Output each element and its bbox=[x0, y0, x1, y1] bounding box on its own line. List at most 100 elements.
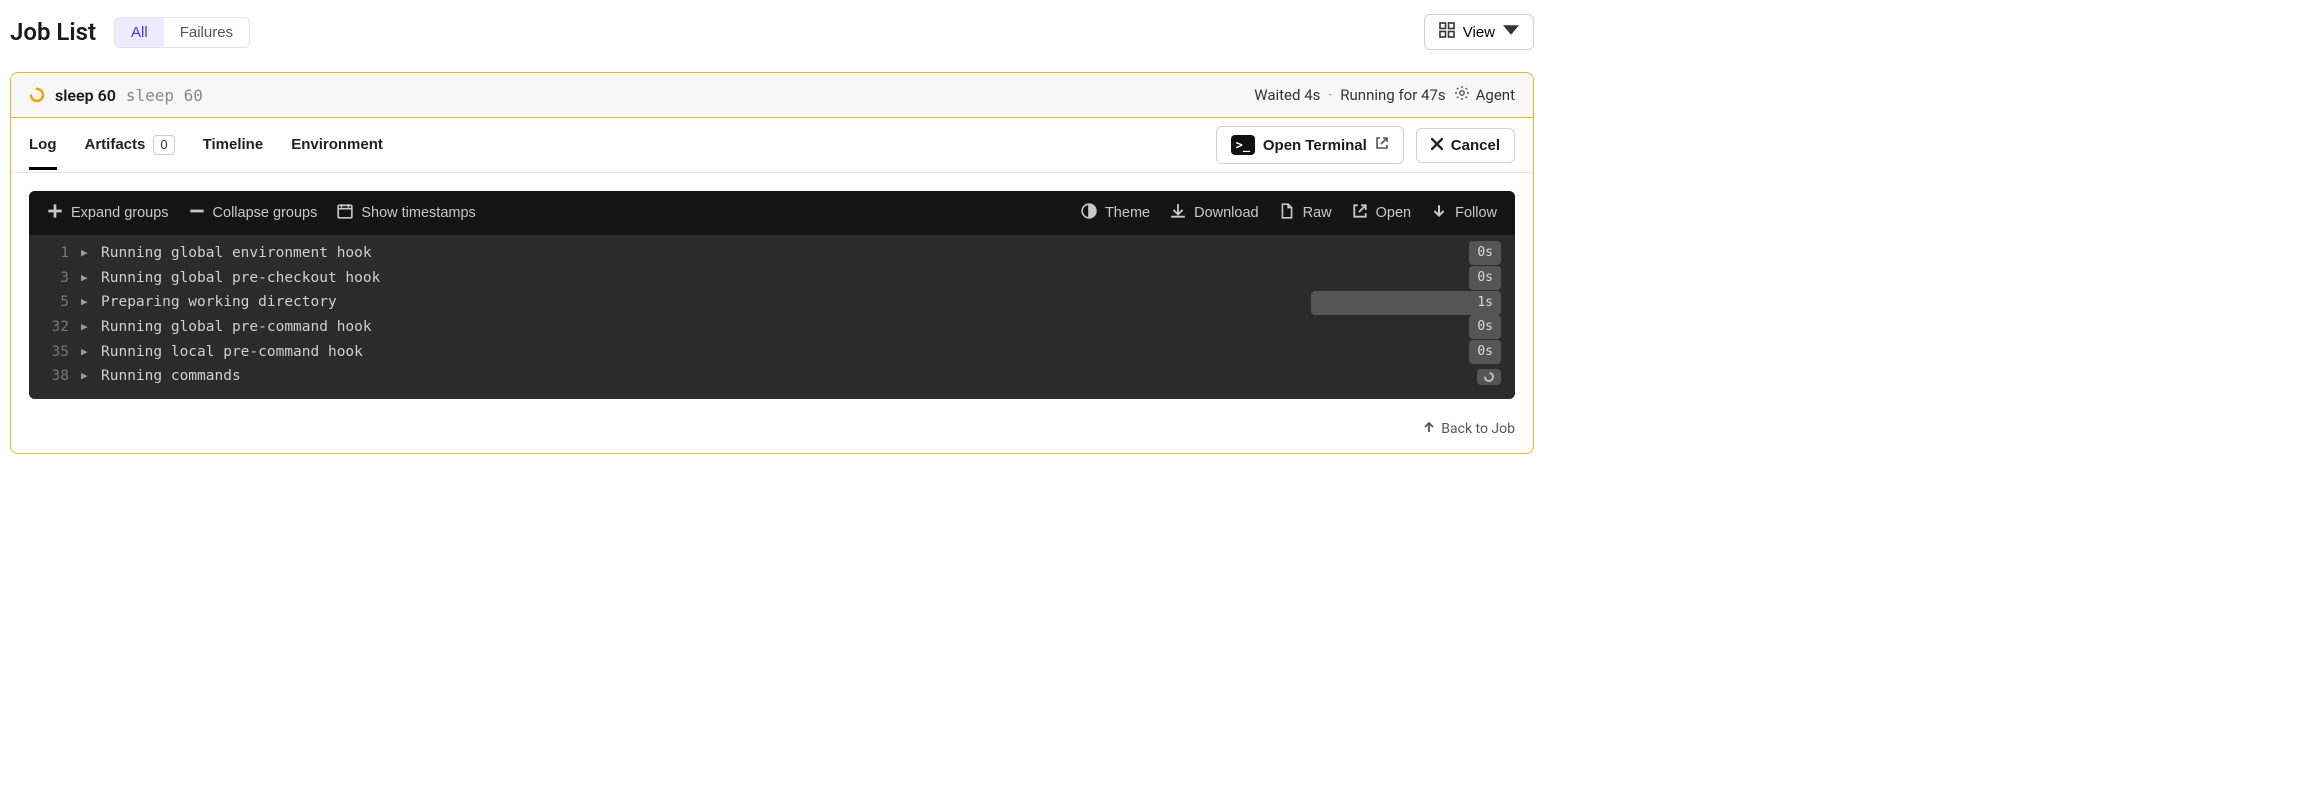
back-to-job-link[interactable]: Back to Job bbox=[1423, 421, 1515, 437]
log-line-text: Running global environment hook bbox=[95, 241, 1469, 266]
plus-icon bbox=[47, 203, 63, 223]
job-actions: >_ Open Terminal Cancel bbox=[1216, 118, 1515, 172]
tab-timeline[interactable]: Timeline bbox=[203, 121, 264, 170]
expand-groups-button[interactable]: Expand groups bbox=[47, 203, 169, 223]
collapse-label: Collapse groups bbox=[213, 205, 318, 221]
caret-right-icon: ▶ bbox=[81, 293, 95, 312]
log-line-number: 32 bbox=[29, 315, 81, 340]
agent-label: Agent bbox=[1476, 86, 1515, 104]
job-command: sleep 60 bbox=[126, 86, 203, 105]
theme-label: Theme bbox=[1105, 205, 1150, 221]
duration-pill: 0s bbox=[1469, 241, 1501, 265]
show-timestamps-button[interactable]: Show timestamps bbox=[337, 203, 475, 223]
follow-button[interactable]: Follow bbox=[1431, 203, 1497, 223]
topbar: Job List All Failures View bbox=[0, 0, 1544, 68]
job-header: sleep 60 sleep 60 Waited 4s · Running fo… bbox=[11, 73, 1533, 118]
spinner-icon bbox=[1477, 369, 1501, 385]
raw-button[interactable]: Raw bbox=[1279, 203, 1332, 223]
caret-right-icon: ▶ bbox=[81, 343, 95, 362]
open-button[interactable]: Open bbox=[1352, 203, 1411, 223]
job-name: sleep 60 bbox=[55, 86, 116, 105]
filter-tab-all[interactable]: All bbox=[115, 18, 164, 47]
caret-down-icon bbox=[1503, 22, 1519, 42]
separator: · bbox=[1328, 86, 1332, 104]
minus-icon bbox=[189, 203, 205, 223]
artifacts-count-badge: 0 bbox=[153, 135, 174, 155]
open-label: Open bbox=[1376, 205, 1411, 221]
external-link-icon bbox=[1375, 136, 1389, 154]
duration-pill: 1s bbox=[1311, 291, 1501, 315]
caret-right-icon: ▶ bbox=[81, 367, 95, 386]
log-line-text: Running global pre-checkout hook bbox=[95, 266, 1469, 291]
log-line-text: Running commands bbox=[95, 364, 1477, 389]
log-toolbar-left: Expand groups Collapse groups Show times… bbox=[47, 203, 476, 223]
gear-icon bbox=[1454, 85, 1470, 105]
log-line-number: 35 bbox=[29, 340, 81, 365]
log-line-text: Running local pre-command hook bbox=[95, 340, 1469, 365]
download-icon bbox=[1170, 203, 1186, 223]
duration-pill: 0s bbox=[1469, 315, 1501, 339]
duration-pill: 0s bbox=[1469, 340, 1501, 364]
timestamps-label: Show timestamps bbox=[361, 205, 475, 221]
caret-right-icon: ▶ bbox=[81, 244, 95, 263]
log-line-number: 1 bbox=[29, 241, 81, 266]
download-button[interactable]: Download bbox=[1170, 203, 1259, 223]
expand-label: Expand groups bbox=[71, 205, 169, 221]
page-title: Job List bbox=[10, 18, 96, 46]
duration-pill: 0s bbox=[1469, 266, 1501, 290]
back-to-job: Back to Job bbox=[11, 417, 1533, 453]
log-line-text: Running global pre-command hook bbox=[95, 315, 1469, 340]
view-button[interactable]: View bbox=[1424, 14, 1534, 50]
log-toolbar-right: Theme Download Raw Open Follow bbox=[1081, 203, 1497, 223]
agent-link[interactable]: Agent bbox=[1454, 85, 1515, 105]
view-label: View bbox=[1463, 24, 1495, 41]
log-line-duration: 0s bbox=[1469, 315, 1501, 339]
job-header-right: Waited 4s · Running for 47s Agent bbox=[1254, 85, 1515, 105]
log-line[interactable]: 38▶Running commands bbox=[29, 364, 1515, 389]
grid-icon bbox=[1439, 22, 1455, 42]
filter-tabs: All Failures bbox=[114, 17, 250, 48]
tab-log[interactable]: Log bbox=[29, 121, 57, 170]
log-line-duration: 0s bbox=[1469, 340, 1501, 364]
log-line-duration bbox=[1477, 369, 1501, 385]
back-label: Back to Job bbox=[1441, 421, 1515, 437]
open-terminal-button[interactable]: >_ Open Terminal bbox=[1216, 126, 1404, 164]
tab-environment[interactable]: Environment bbox=[291, 121, 383, 170]
collapse-groups-button[interactable]: Collapse groups bbox=[189, 203, 318, 223]
terminal-icon: >_ bbox=[1231, 135, 1255, 155]
calendar-icon bbox=[337, 203, 353, 223]
log-line[interactable]: 35▶Running local pre-command hook0s bbox=[29, 340, 1515, 365]
raw-label: Raw bbox=[1303, 205, 1332, 221]
log-line-duration: 1s bbox=[1311, 291, 1501, 315]
download-label: Download bbox=[1194, 205, 1259, 221]
cancel-button[interactable]: Cancel bbox=[1416, 128, 1515, 163]
close-icon bbox=[1431, 137, 1443, 154]
external-link-icon bbox=[1352, 203, 1368, 223]
cancel-label: Cancel bbox=[1451, 137, 1500, 154]
job-header-left: sleep 60 sleep 60 bbox=[29, 86, 203, 105]
tab-artifacts[interactable]: Artifacts 0 bbox=[85, 121, 175, 170]
theme-icon bbox=[1081, 203, 1097, 223]
filter-tab-failures[interactable]: Failures bbox=[164, 18, 249, 47]
log-panel: Expand groups Collapse groups Show times… bbox=[29, 191, 1515, 399]
log-line[interactable]: 5▶Preparing working directory1s bbox=[29, 290, 1515, 315]
job-card: sleep 60 sleep 60 Waited 4s · Running fo… bbox=[10, 72, 1534, 454]
log-body: 1▶Running global environment hook0s3▶Run… bbox=[29, 235, 1515, 399]
job-subbar: Log Artifacts 0 Timeline Environment >_ … bbox=[11, 118, 1533, 173]
log-line-text: Preparing working directory bbox=[95, 290, 1311, 315]
log-line-duration: 0s bbox=[1469, 266, 1501, 290]
arrow-down-icon bbox=[1431, 203, 1447, 223]
log-line[interactable]: 3▶Running global pre-checkout hook0s bbox=[29, 266, 1515, 291]
log-line-number: 3 bbox=[29, 266, 81, 291]
log-line[interactable]: 1▶Running global environment hook0s bbox=[29, 241, 1515, 266]
job-waited: Waited 4s bbox=[1254, 86, 1320, 104]
log-line-number: 38 bbox=[29, 364, 81, 389]
tab-artifacts-label: Artifacts bbox=[85, 136, 146, 153]
file-icon bbox=[1279, 203, 1295, 223]
theme-button[interactable]: Theme bbox=[1081, 203, 1150, 223]
log-toolbar: Expand groups Collapse groups Show times… bbox=[29, 191, 1515, 235]
log-line[interactable]: 32▶Running global pre-command hook0s bbox=[29, 315, 1515, 340]
spinner-icon bbox=[29, 87, 45, 103]
log-line-number: 5 bbox=[29, 290, 81, 315]
arrow-up-icon bbox=[1423, 421, 1435, 437]
